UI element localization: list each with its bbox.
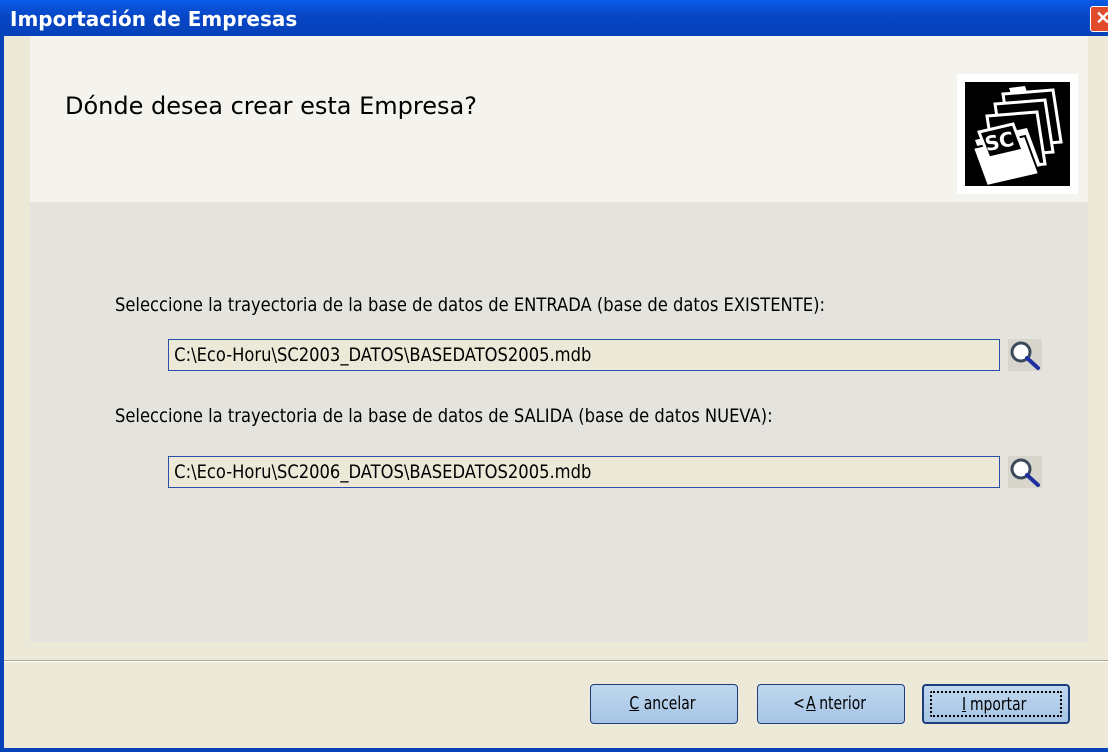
import-button[interactable]: Importar [922, 684, 1070, 724]
cancel-button-label: Cancelar [629, 693, 696, 714]
title-bar[interactable]: Importación de Empresas ✕ [0, 0, 1108, 36]
page-heading: Dónde desea crear esta Empresa? [65, 92, 477, 120]
magnifier-icon [1008, 339, 1042, 371]
output-db-field-frame[interactable] [168, 456, 1000, 488]
footer-separator-highlight [4, 661, 1108, 662]
folder-documents-icon: SC [965, 82, 1070, 188]
window-frame-bottom [0, 748, 1108, 752]
output-db-path-input[interactable] [169, 457, 998, 487]
input-db-path-input[interactable] [169, 340, 998, 370]
app-logo: SC [957, 74, 1078, 194]
wizard-header: Dónde desea crear esta Empresa? SC [30, 36, 1088, 202]
output-db-label: Seleccione la trayectoria de la base de … [115, 405, 773, 427]
window-title: Importación de Empresas [10, 7, 298, 31]
output-db-browse-button[interactable] [1008, 456, 1042, 488]
magnifier-icon [1008, 456, 1042, 488]
back-button[interactable]: < Anterior [757, 684, 905, 724]
close-button[interactable]: ✕ [1090, 6, 1108, 32]
back-button-label: < Anterior [793, 693, 867, 714]
input-db-label: Seleccione la trayectoria de la base de … [115, 294, 825, 316]
close-icon: ✕ [1095, 8, 1108, 28]
input-db-browse-button[interactable] [1008, 339, 1042, 371]
window-frame-left [0, 36, 4, 752]
input-db-field-frame[interactable] [168, 339, 1000, 371]
import-button-label: Importar [961, 694, 1027, 715]
cancel-button[interactable]: Cancelar [590, 684, 738, 724]
